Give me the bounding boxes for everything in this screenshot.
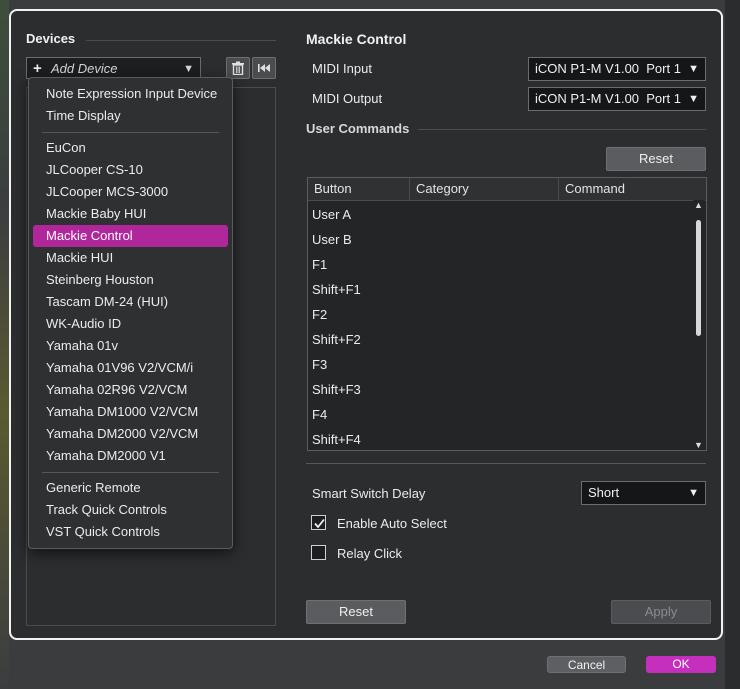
- device-title: Mackie Control: [306, 31, 407, 47]
- table-row[interactable]: F2: [308, 302, 327, 327]
- table-row[interactable]: F3: [308, 352, 327, 377]
- midi-input-select[interactable]: iCON P1-M V1.00 Port 1 ▼: [528, 57, 706, 81]
- menu-item-yamaha-01v[interactable]: Yamaha 01v: [33, 335, 228, 357]
- ok-button[interactable]: OK: [646, 656, 716, 673]
- background-strip-right: [725, 0, 740, 689]
- menu-item-jlcooper-mcs3000[interactable]: JLCooper MCS-3000: [33, 181, 228, 203]
- relay-click-label[interactable]: Relay Click: [337, 546, 402, 561]
- column-header-button[interactable]: Button: [308, 178, 410, 200]
- menu-item-time-display[interactable]: Time Display: [33, 105, 228, 127]
- menu-separator: [42, 132, 219, 133]
- smart-switch-delay-label: Smart Switch Delay: [312, 486, 426, 501]
- enable-auto-select-checkbox[interactable]: [311, 515, 326, 530]
- midi-output-label: MIDI Output: [312, 91, 383, 106]
- scrollbar-thumb[interactable]: [696, 220, 701, 336]
- menu-item-wk-audio-id[interactable]: WK-Audio ID: [33, 313, 228, 335]
- bottom-reset-button[interactable]: Reset: [306, 600, 406, 624]
- menu-item-generic-remote[interactable]: Generic Remote: [33, 477, 228, 499]
- table-row[interactable]: F1: [308, 252, 327, 277]
- menu-item-mackie-control[interactable]: Mackie Control: [33, 225, 228, 247]
- midi-output-select[interactable]: iCON P1-M V1.00 Port 1 ▼: [528, 87, 706, 111]
- user-commands-reset-button[interactable]: Reset: [606, 147, 706, 171]
- devices-heading-rule: [86, 40, 276, 41]
- menu-item-note-expression[interactable]: Note Expression Input Device: [33, 83, 228, 105]
- apply-button[interactable]: Apply: [611, 600, 711, 624]
- table-row[interactable]: Shift+F3: [308, 377, 361, 402]
- dropdown-arrow-icon: ▼: [688, 93, 699, 105]
- user-commands-table: Button Category Command User A User B F1…: [307, 177, 707, 451]
- settings-divider: [306, 463, 706, 464]
- relay-click-checkbox[interactable]: [311, 545, 326, 560]
- menu-item-eucon[interactable]: EuCon: [33, 137, 228, 159]
- scroll-up-icon[interactable]: ▲: [694, 200, 703, 210]
- menu-item-vst-quick-controls[interactable]: VST Quick Controls: [33, 521, 228, 543]
- user-commands-label: User Commands: [306, 121, 410, 136]
- column-header-category[interactable]: Category: [410, 178, 559, 200]
- add-device-label: Add Device: [51, 61, 118, 76]
- background-strip-left: [0, 0, 9, 689]
- table-row[interactable]: F4: [308, 402, 327, 427]
- device-setup-dialog: Devices + Add Device ▼ Note Expression I…: [9, 9, 723, 640]
- menu-item-yamaha-01v96[interactable]: Yamaha 01V96 V2/VCM/i: [33, 357, 228, 379]
- table-header: Button Category Command: [308, 178, 706, 201]
- table-row[interactable]: Shift+F4: [308, 427, 361, 450]
- trash-icon: [232, 61, 244, 75]
- checkmark-icon: [314, 518, 325, 529]
- skip-back-icon: [258, 64, 270, 72]
- menu-item-jlcooper-cs10[interactable]: JLCooper CS-10: [33, 159, 228, 181]
- smart-switch-delay-select[interactable]: Short ▼: [581, 481, 706, 505]
- column-header-command[interactable]: Command: [559, 178, 693, 200]
- scroll-down-icon[interactable]: ▼: [694, 440, 703, 450]
- table-row[interactable]: Shift+F2: [308, 327, 361, 352]
- menu-item-yamaha-dm2000-v2[interactable]: Yamaha DM2000 V2/VCM: [33, 423, 228, 445]
- menu-item-tascam-dm24[interactable]: Tascam DM-24 (HUI): [33, 291, 228, 313]
- table-scrollbar[interactable]: ▲ ▼: [693, 200, 705, 450]
- enable-auto-select-label[interactable]: Enable Auto Select: [337, 516, 447, 531]
- table-row[interactable]: Shift+F1: [308, 277, 361, 302]
- menu-item-yamaha-dm2000-v1[interactable]: Yamaha DM2000 V1: [33, 445, 228, 467]
- add-device-menu: Note Expression Input Device Time Displa…: [28, 77, 233, 549]
- user-commands-rule: [418, 129, 706, 130]
- midi-input-value: iCON P1-M V1.00 Port 1: [535, 61, 681, 76]
- dropdown-arrow-icon: ▼: [688, 63, 699, 75]
- menu-item-yamaha-dm1000[interactable]: Yamaha DM1000 V2/VCM: [33, 401, 228, 423]
- menu-item-mackie-hui[interactable]: Mackie HUI: [33, 247, 228, 269]
- add-device-dropdown[interactable]: + Add Device ▼: [26, 57, 201, 79]
- menu-item-yamaha-02r96[interactable]: Yamaha 02R96 V2/VCM: [33, 379, 228, 401]
- cancel-button[interactable]: Cancel: [547, 656, 626, 673]
- devices-heading: Devices: [26, 31, 76, 46]
- midi-input-label: MIDI Input: [312, 61, 372, 76]
- menu-item-mackie-baby-hui[interactable]: Mackie Baby HUI: [33, 203, 228, 225]
- smart-switch-delay-value: Short: [588, 485, 620, 500]
- table-row[interactable]: User A: [308, 202, 351, 227]
- table-row[interactable]: User B: [308, 227, 352, 252]
- dropdown-arrow-icon: ▼: [688, 487, 699, 499]
- reset-device-button[interactable]: [252, 57, 276, 79]
- menu-item-track-quick-controls[interactable]: Track Quick Controls: [33, 499, 228, 521]
- midi-output-value: iCON P1-M V1.00 Port 1: [535, 91, 681, 106]
- delete-device-button[interactable]: [226, 57, 250, 79]
- menu-separator: [42, 472, 219, 473]
- menu-item-steinberg-houston[interactable]: Steinberg Houston: [33, 269, 228, 291]
